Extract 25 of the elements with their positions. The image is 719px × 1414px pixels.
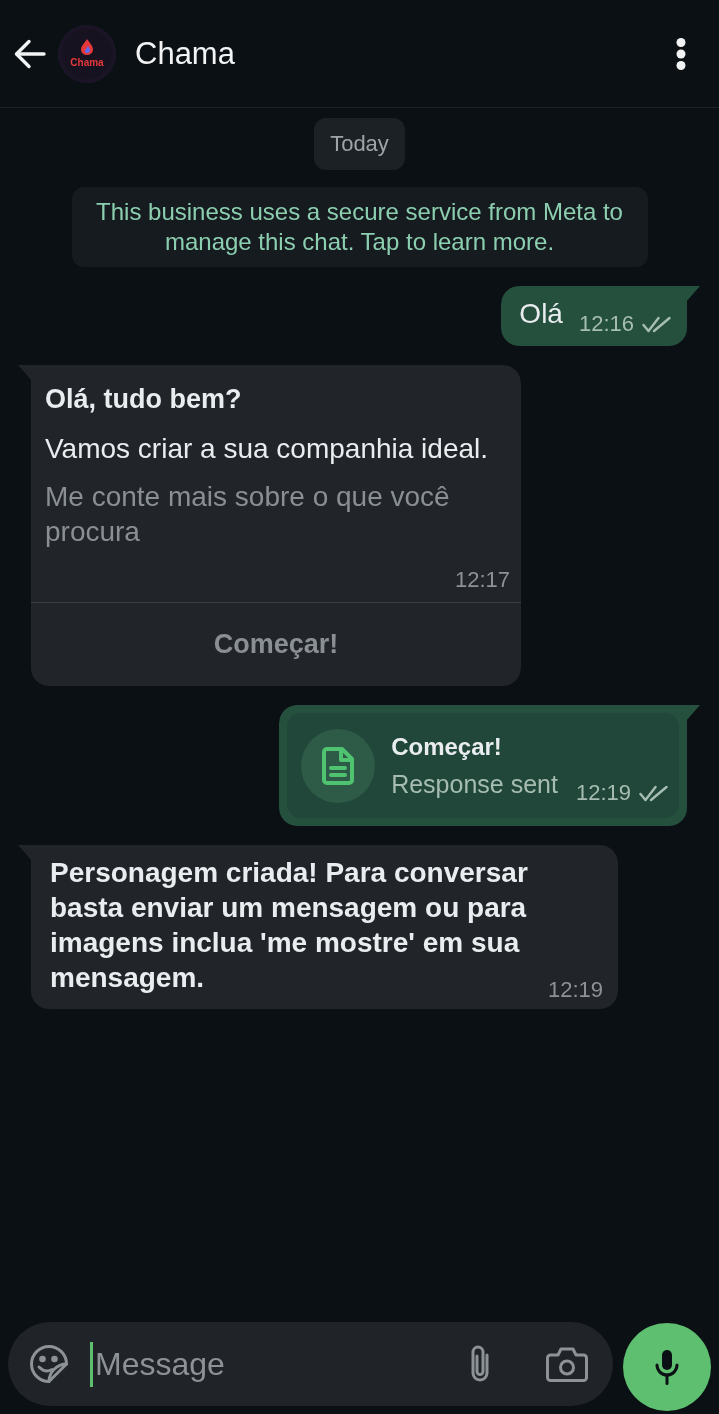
message-time: 12:16 [578, 311, 634, 337]
document-icon [301, 728, 376, 803]
message-time: 12:17 [454, 567, 510, 593]
reply-title: Começar! [391, 732, 503, 762]
camera-icon[interactable] [546, 1346, 588, 1382]
message-time: 12:19 [575, 780, 631, 806]
sticker-icon[interactable] [30, 1345, 68, 1383]
more-options-icon[interactable] [676, 37, 686, 70]
message-text: Vamos criar a sua companhia ideal. [45, 432, 490, 466]
chat-title[interactable]: Chama [135, 34, 235, 73]
business-notice[interactable]: This business uses a secure service from Meta to manage this chat. Tap to learn more. [71, 187, 648, 267]
message-text: Olá [519, 297, 563, 331]
date-chip: Today [314, 118, 405, 170]
logo-text: Chama [70, 57, 104, 68]
message-footer: Me conte mais sobre o que você procura [45, 479, 510, 549]
message-time: 12:19 [548, 977, 604, 1003]
flame-icon [81, 39, 93, 55]
message-field[interactable]: Message [8, 1322, 613, 1406]
reply-status: Response sent [391, 769, 558, 800]
message-input[interactable]: Message [93, 1342, 446, 1386]
message-title: Olá, tudo bem? [45, 383, 243, 416]
microphone-icon [655, 1349, 679, 1385]
message-text: Personagem criada! Para conversar basta enviar um mensagem ou para imagens inclua 'me mostre' em sua mensagem. [50, 856, 529, 995]
avatar-logo[interactable]: Chama [58, 24, 116, 83]
cursor-icon [90, 1341, 93, 1387]
